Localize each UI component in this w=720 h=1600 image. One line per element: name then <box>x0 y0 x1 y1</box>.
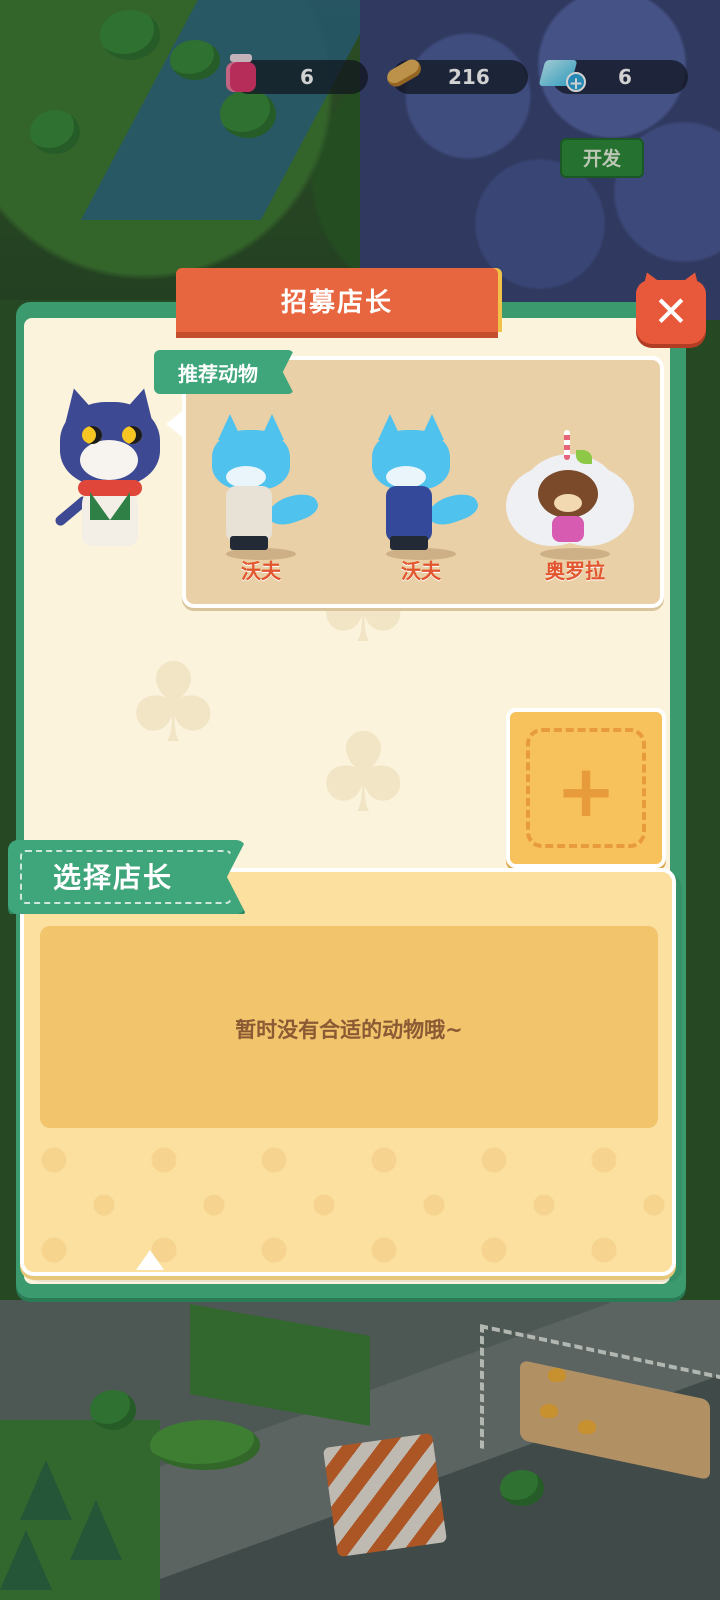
animal-name: 沃夫 <box>401 559 441 583</box>
cat-advisor-avatar <box>52 384 172 568</box>
speech-pointer <box>166 408 186 440</box>
paw-pattern-decoration <box>24 1130 672 1272</box>
empty-candidates-box: 暂时没有合适的动物哦~ <box>40 926 658 1128</box>
clover-decoration: ♣ <box>124 639 223 767</box>
recommended-animal-card[interactable]: 奥罗拉 <box>510 420 640 590</box>
recommended-animal-card[interactable]: 沃夫 <box>356 410 486 590</box>
recommended-label: 推荐动物 <box>178 362 258 386</box>
wolf-icon <box>356 414 486 560</box>
animal-name: 奥罗拉 <box>545 559 605 583</box>
recommended-animal-card[interactable]: 沃夫 <box>196 414 326 590</box>
choose-manager-label: 选择店长 <box>52 861 173 894</box>
add-manager-slot[interactable]: + <box>506 708 666 868</box>
panel-notch <box>136 1250 164 1270</box>
choose-manager-label-tag: 选择店长 <box>8 840 246 914</box>
animal-name: 沃夫 <box>241 559 281 583</box>
empty-message: 暂时没有合适的动物哦~ <box>235 1018 463 1042</box>
recommended-label-tag: 推荐动物 <box>154 350 294 394</box>
plus-icon: + <box>555 749 617 833</box>
close-x-icon: ✕ <box>653 287 689 336</box>
clover-decoration: ♣ <box>314 709 413 837</box>
close-button[interactable]: ✕ <box>636 280 706 344</box>
dialog-title: 招募店长 <box>280 288 393 318</box>
dialog-title-banner: 招募店长 <box>176 268 498 338</box>
